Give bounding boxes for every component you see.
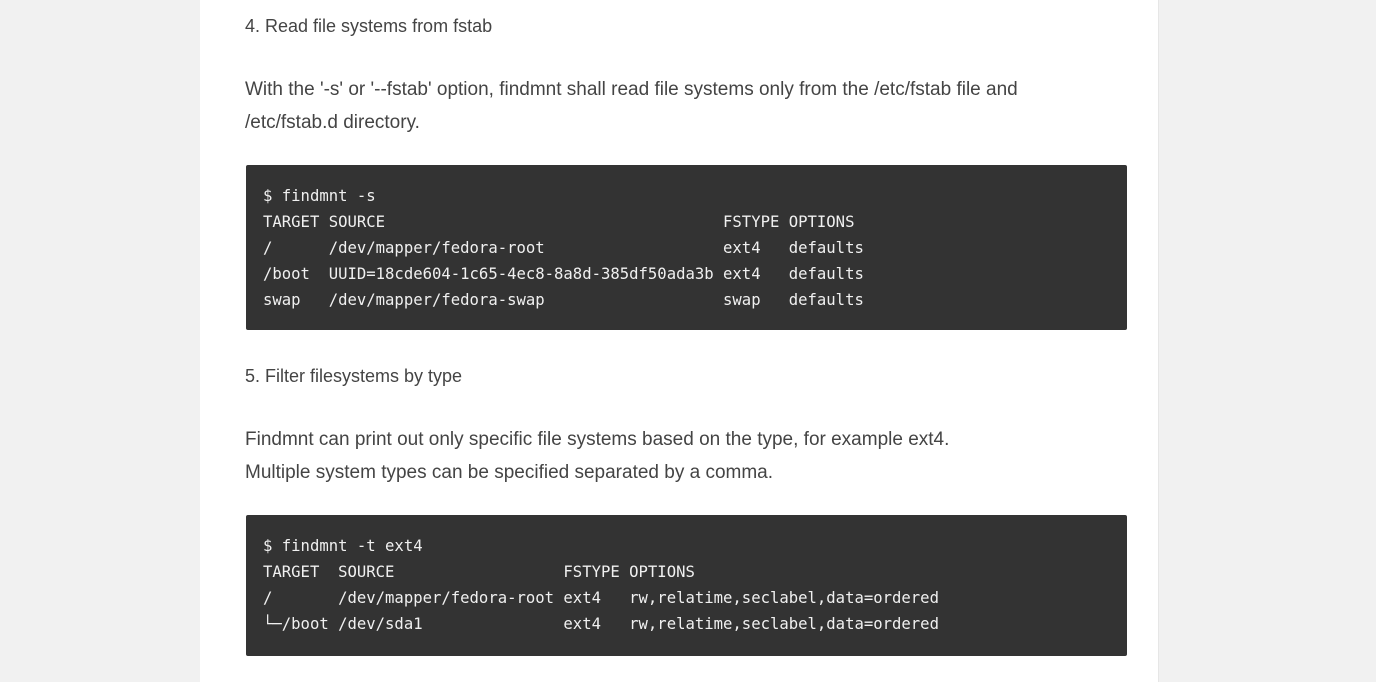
code-line: └─/boot /dev/sda1 ext4 rw,relatime,secla… [263, 615, 939, 633]
section-heading-filter-by-type: 5. Filter filesystems by type [245, 366, 463, 386]
paragraph-line: Multiple system types can be specified s… [245, 462, 774, 483]
code-line: /boot UUID=18cde604-1c65-4ec8-8a8d-385df… [263, 265, 864, 283]
code-line: TARGET SOURCE FSTYPE OPTIONS [263, 213, 855, 231]
code-line: / /dev/mapper/fedora-root ext4 rw,relati… [263, 589, 939, 607]
paragraph-line: Findmnt can print out only specific file… [245, 429, 950, 450]
code-line: / /dev/mapper/fedora-root ext4 defaults [263, 239, 864, 257]
code-line: TARGET SOURCE FSTYPE OPTIONS [263, 563, 695, 581]
code-block-filter-by-type: $ findmnt -t ext4 TARGET SOURCE FSTYPE O… [246, 515, 1127, 656]
page: 4. Read file systems from fstab With the… [0, 0, 1376, 682]
paragraph-line: With the '-s' or '--fstab' option, findm… [245, 79, 1018, 100]
section-paragraph-fstab: With the '-s' or '--fstab' option, findm… [245, 73, 1105, 139]
code-line: $ findmnt -s [263, 187, 376, 205]
code-line: swap /dev/mapper/fedora-swap swap defaul… [263, 291, 864, 309]
code-line: $ findmnt -t ext4 [263, 537, 423, 555]
code-block-fstab: $ findmnt -s TARGET SOURCE FSTYPE OPTION… [246, 165, 1127, 330]
section-heading-fstab: 4. Read file systems from fstab [245, 16, 493, 36]
paragraph-line: /etc/fstab.d directory. [245, 112, 420, 133]
article-content: 4. Read file systems from fstab With the… [200, 0, 1159, 682]
section-paragraph-filter-by-type: Findmnt can print out only specific file… [245, 423, 1105, 489]
